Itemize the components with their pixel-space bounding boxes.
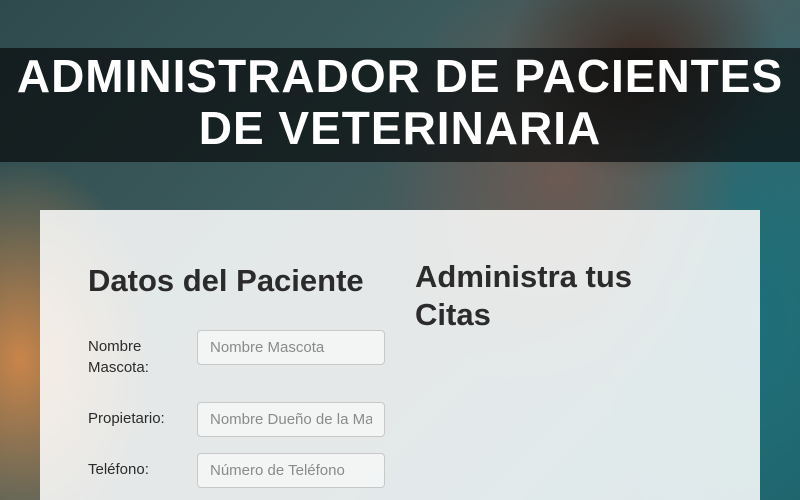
phone-input[interactable]	[197, 453, 385, 488]
pet-name-input[interactable]	[197, 330, 385, 365]
appointments-title-line-2: Citas	[415, 297, 491, 332]
appointments-title: Administra tus Citas	[415, 258, 695, 334]
phone-label: Teléfono:	[88, 461, 149, 478]
page-title-line-2: DE VETERINARIA	[198, 102, 602, 154]
patient-form-title: Datos del Paciente	[88, 263, 364, 298]
page-title-line-1: ADMINISTRADOR DE PACIENTES	[16, 50, 784, 102]
owner-input[interactable]	[197, 402, 385, 437]
pet-name-label: Nombre Mascota:	[88, 338, 149, 376]
owner-label: Propietario:	[88, 410, 165, 427]
content-panel: Datos del Paciente Nombre Mascota: Propi…	[40, 210, 760, 500]
appointments-title-line-1: Administra tus	[415, 259, 633, 294]
app-page: ADMINISTRADOR DE PACIENTES DE VETERINARIA…	[0, 0, 800, 500]
page-title: ADMINISTRADOR DE PACIENTES DE VETERINARIA	[0, 50, 800, 154]
